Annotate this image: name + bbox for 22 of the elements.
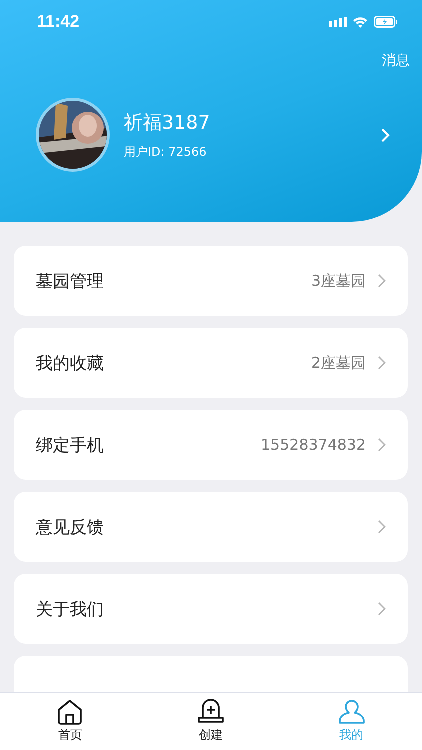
user-name: 祈福3187 — [124, 110, 212, 136]
chevron-right-icon — [378, 356, 386, 370]
user-id: 用户ID: 72566 — [124, 144, 208, 160]
tab[interactable]: 首页 — [0, 693, 141, 750]
menu-item[interactable]: 关于我们 — [14, 574, 408, 644]
chevron-right-icon — [381, 128, 390, 142]
chevron-right-icon — [378, 438, 386, 452]
home-icon — [57, 699, 84, 725]
tombstone-plus-icon — [197, 699, 225, 725]
chevron-right-icon — [378, 602, 386, 616]
battery-icon — [374, 16, 398, 28]
menu-item[interactable]: 墓园管理 3座墓园 — [14, 246, 408, 316]
person-icon — [338, 699, 366, 725]
tab[interactable]: 创建 — [140, 693, 282, 750]
chevron-right-icon — [378, 520, 386, 534]
signal-icon — [329, 17, 347, 27]
menu-item[interactable]: 绑定手机 15528374832 — [14, 410, 408, 480]
menu-item[interactable]: 我的收藏 2座墓园 — [14, 328, 408, 398]
wifi-icon — [353, 16, 368, 28]
chevron-right-icon — [378, 274, 386, 288]
menu-item[interactable]: 意见反馈 — [14, 492, 408, 562]
status-time: 11:42 — [37, 12, 80, 32]
